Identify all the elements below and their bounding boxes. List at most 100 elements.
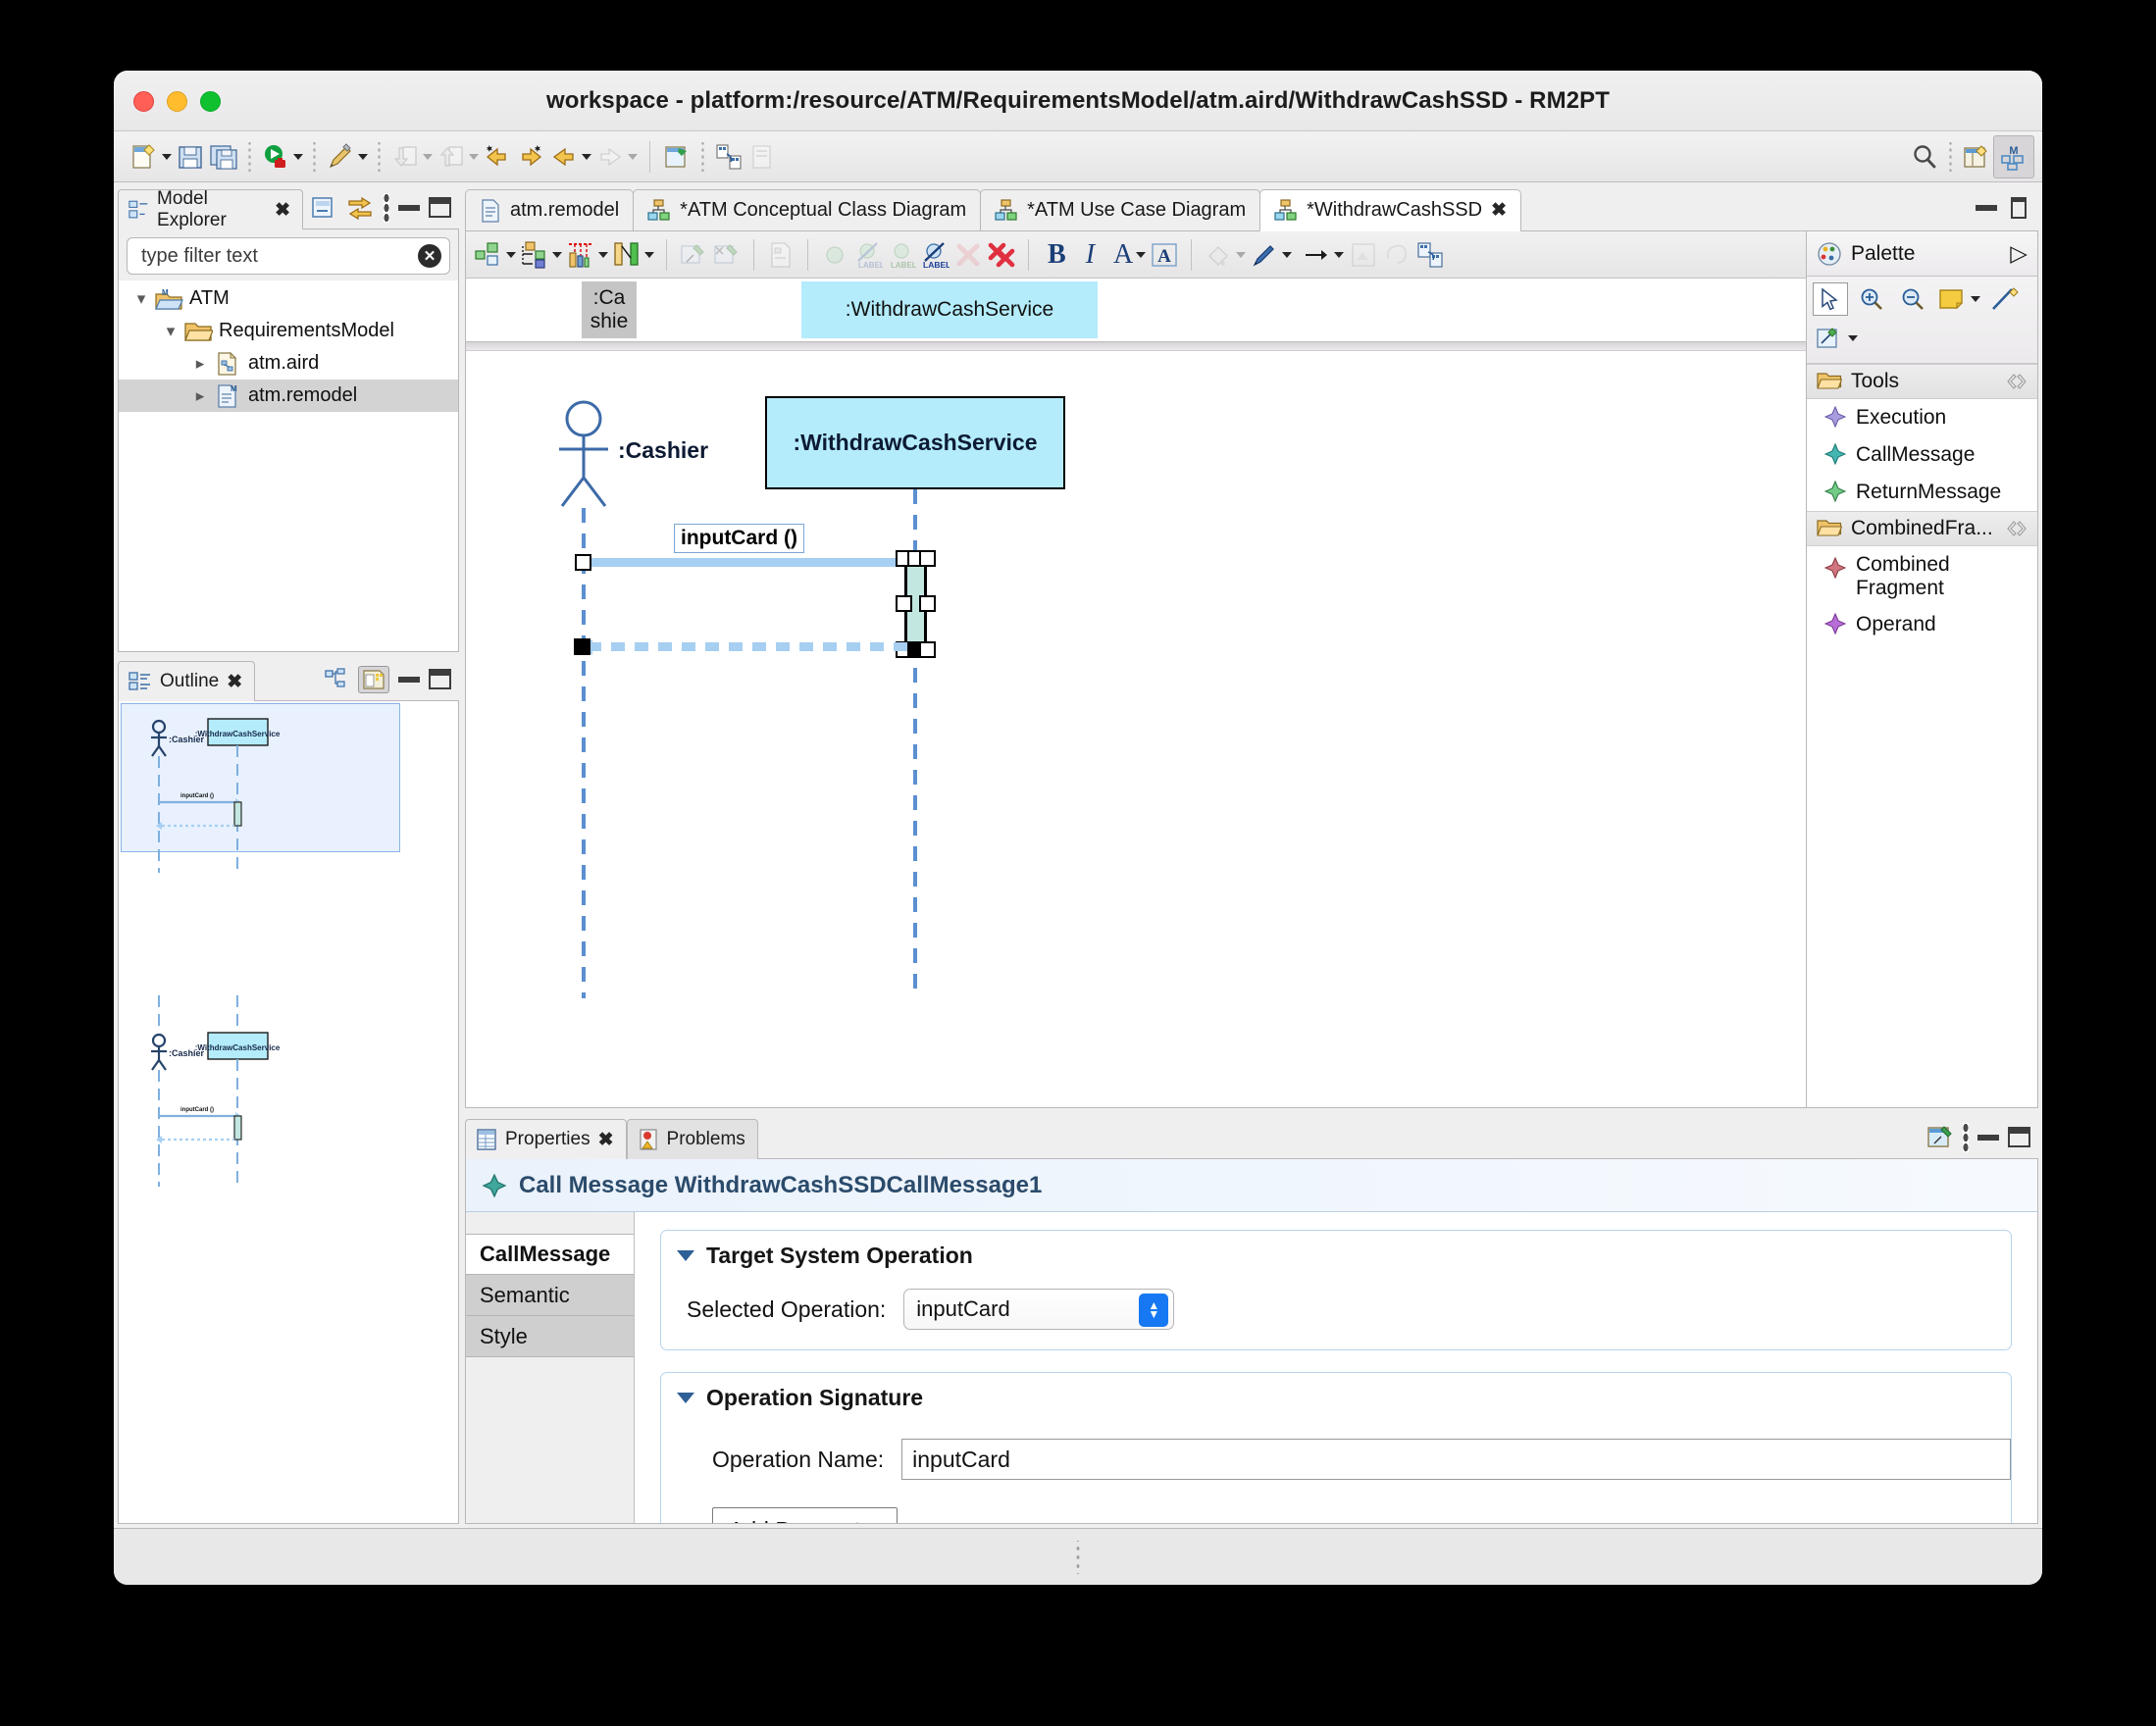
add-parameter-button[interactable]: Add Parameter (712, 1507, 898, 1523)
tab-model-explorer[interactable]: Model Explorer ✖ (118, 188, 303, 230)
view-menu-icon[interactable] (1963, 1122, 1969, 1152)
chevron-down-icon[interactable] (162, 153, 172, 160)
show-label-active-button[interactable]: LABEL (918, 233, 951, 277)
maximize-icon[interactable] (2011, 197, 2027, 219)
collapse-section-icon[interactable] (2006, 520, 2028, 537)
forward-button[interactable] (593, 135, 640, 178)
chevron-down-icon[interactable]: ▾ (158, 322, 183, 341)
tab-atm-conceptual-class-diagram[interactable]: *ATM Conceptual Class Diagram (633, 189, 982, 231)
fill-color-button[interactable] (1202, 233, 1248, 277)
palette-pin-icon[interactable]: ▷ (2010, 240, 2028, 267)
open-representation-button[interactable] (660, 135, 693, 178)
message-call-label[interactable]: inputCard () (674, 524, 804, 553)
palette-section-tools[interactable]: Tools (1807, 364, 2037, 399)
properties-tab-callmessage[interactable]: CallMessage (466, 1234, 634, 1275)
note-tool-button[interactable] (1936, 282, 1981, 316)
close-icon[interactable]: ✖ (598, 1131, 614, 1149)
export-button[interactable] (435, 135, 481, 178)
tab-withdrawcashssd[interactable]: *WithdrawCashSSD ✖ (1259, 189, 1522, 231)
palette-tool-returnmessage[interactable]: ReturnMessage (1807, 474, 2037, 511)
execution-handle-ml[interactable] (896, 595, 912, 612)
palette-tool-execution[interactable]: Execution (1807, 399, 2037, 436)
execution-handle-tr[interactable] (919, 550, 936, 567)
delete-element-button[interactable] (951, 233, 985, 277)
tab-outline[interactable]: Outline ✖ (118, 661, 256, 701)
chevron-down-icon[interactable] (1847, 335, 1858, 341)
chevron-right-icon[interactable]: ▸ (187, 354, 213, 374)
select-elements-button[interactable] (518, 233, 564, 277)
view-menu-icon[interactable] (384, 192, 389, 223)
palette-tool-combined-fragment[interactable]: Combined Fragment (1807, 546, 2037, 607)
tree-item-atm[interactable]: ▾ M ATM (119, 282, 458, 315)
selected-operation-combo[interactable]: inputCard ▲ ▼ (903, 1289, 1175, 1330)
collapse-section-icon[interactable] (2006, 373, 2028, 390)
maximize-icon[interactable] (429, 669, 451, 689)
chevron-down-icon[interactable] (677, 1250, 694, 1261)
group-title-row[interactable]: Operation Signature (661, 1383, 2011, 1421)
chevron-down-icon[interactable] (1282, 251, 1293, 258)
chevron-down-icon[interactable] (358, 153, 368, 160)
delete-from-model-button[interactable] (985, 233, 1018, 277)
validate-button[interactable] (745, 135, 779, 178)
bottom-resize-grip[interactable] (114, 1528, 2042, 1585)
minimize-icon[interactable] (1976, 205, 1997, 211)
close-icon[interactable]: ✖ (1491, 201, 1507, 220)
generic-tool-button[interactable] (1813, 322, 1860, 355)
back-star-button[interactable] (481, 135, 514, 178)
execution-handle-mr[interactable] (919, 595, 936, 612)
forward-star-button[interactable] (514, 135, 547, 178)
search-input[interactable]: type filter text ✕ (127, 237, 450, 275)
tree-item-atm-remodel[interactable]: ▸ M atm.remodel (119, 380, 458, 412)
message-return-line[interactable] (588, 642, 917, 651)
palette-tool-operand[interactable]: Operand (1807, 606, 2037, 644)
chevron-down-icon[interactable] (293, 153, 303, 160)
tab-properties[interactable]: Properties ✖ (465, 1119, 627, 1159)
object-lifeline-box[interactable]: :WithdrawCashService (765, 396, 1065, 489)
note-attachment-tool-button[interactable] (1987, 282, 2023, 316)
unpin-elements-button[interactable] (710, 233, 744, 277)
maximize-icon[interactable] (429, 197, 451, 218)
new-wizard-button[interactable] (128, 135, 174, 178)
execution-handle-br[interactable] (919, 641, 936, 658)
save-all-button[interactable] (207, 135, 240, 178)
message-return-target-handle[interactable] (574, 638, 590, 655)
straighten-button[interactable] (1347, 233, 1380, 277)
run-button[interactable] (259, 135, 305, 178)
tree-item-atm-aird[interactable]: ▸ atm.aird (119, 347, 458, 380)
generate-button[interactable] (712, 135, 745, 178)
properties-tab-style[interactable]: Style (466, 1316, 634, 1357)
tree-item-requirementsmodel[interactable]: ▾ RequirementsModel (119, 315, 458, 347)
chevron-down-icon[interactable] (598, 251, 608, 258)
perspective-rm2pt-button[interactable]: M (1993, 134, 2034, 178)
chevron-updown-icon[interactable]: ▲ ▼ (1139, 1294, 1169, 1327)
chevron-down-icon[interactable]: ▾ (128, 289, 154, 309)
sequence-diagram[interactable]: :Cashier :WithdrawCashService inputCard … (466, 351, 1806, 1107)
chevron-down-icon[interactable] (506, 251, 516, 258)
import-button[interactable] (388, 135, 435, 178)
close-window-button[interactable] (133, 91, 154, 112)
chevron-down-icon[interactable] (552, 251, 562, 258)
minimize-window-button[interactable] (167, 91, 187, 112)
palette-tool-callmessage[interactable]: CallMessage (1807, 436, 2037, 474)
minimize-icon[interactable] (398, 676, 420, 683)
bold-button[interactable]: B (1039, 233, 1075, 277)
message-call-source-handle[interactable] (575, 554, 591, 571)
properties-tab-semantic[interactable]: Semantic (466, 1275, 634, 1316)
diagram-canvas[interactable]: :Ca shie :WithdrawCashService:Cashier:… (466, 279, 1806, 1107)
palette-section-combinedfragment[interactable]: CombinedFra... (1807, 511, 2037, 546)
show-label-button[interactable]: LABEL (885, 233, 918, 277)
font-color-button[interactable]: A (1105, 233, 1148, 277)
chevron-down-icon[interactable] (1334, 251, 1345, 258)
chevron-down-icon[interactable] (582, 153, 591, 160)
overview-mode-button[interactable] (358, 665, 389, 693)
zoom-out-tool-button[interactable] (1895, 282, 1930, 316)
zoom-window-button[interactable] (200, 91, 221, 112)
ruler-grid-button[interactable] (564, 233, 610, 277)
select-tool-button[interactable] (1813, 282, 1848, 316)
pin-elements-button[interactable] (677, 233, 710, 277)
reset-origin-button[interactable] (1380, 233, 1413, 277)
line-color-button[interactable] (1248, 233, 1294, 277)
close-icon[interactable]: ✖ (227, 673, 242, 691)
chevron-down-icon[interactable] (644, 251, 654, 258)
paste-layout-button[interactable] (1413, 233, 1447, 277)
